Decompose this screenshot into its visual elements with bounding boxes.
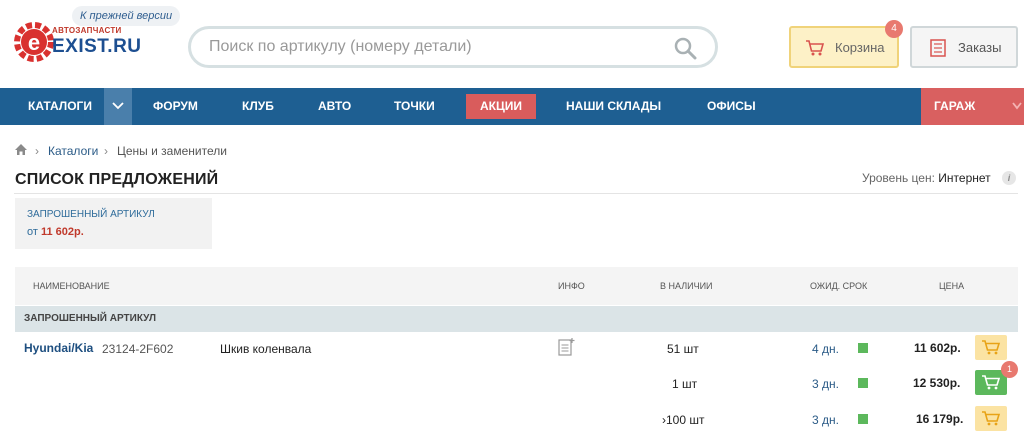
- group-title: ЗАПРОШЕННЫЙ АРТИКУЛ: [24, 313, 157, 324]
- part-article: 23124-2F602: [102, 342, 174, 356]
- col-price[interactable]: ЦЕНА: [939, 267, 964, 305]
- cart-icon: [806, 40, 825, 56]
- stock-qty: ›100 шт: [662, 413, 705, 427]
- offer-price: 12 530р.: [913, 376, 961, 390]
- stock-qty: 1 шт: [672, 377, 698, 391]
- nav-promotions[interactable]: АКЦИИ: [466, 94, 536, 119]
- delivery-term[interactable]: 3 дн.: [812, 377, 839, 391]
- requested-article-box: ЗАПРОШЕННЫЙ АРТИКУЛ от 11 602р.: [15, 198, 212, 249]
- price-level-value: Интернет: [938, 171, 991, 185]
- gear-logo-icon: e: [14, 22, 54, 62]
- breadcrumb-catalogs[interactable]: Каталоги: [48, 144, 98, 158]
- status-square: [858, 343, 868, 353]
- logo-subtitle: АВТОЗАПЧАСТИ: [52, 26, 122, 35]
- breadcrumb-separator: ›: [35, 144, 39, 158]
- cart-qty-badge: 1: [1001, 361, 1018, 378]
- add-to-cart-button[interactable]: [975, 406, 1007, 431]
- delivery-term[interactable]: 4 дн.: [812, 342, 839, 356]
- orders-list-icon: [930, 39, 946, 57]
- nav-forum[interactable]: ФОРУМ: [153, 88, 198, 125]
- offer-price: 11 602р.: [914, 341, 961, 355]
- cart-label: Корзина: [835, 40, 885, 55]
- add-to-cart-button[interactable]: [975, 335, 1007, 360]
- nav-points[interactable]: ТОЧКИ: [394, 88, 435, 125]
- header: e АВТОЗАПЧАСТИ EXIST.RU К прежней версии…: [0, 0, 1024, 88]
- nav-garage-label: ГАРАЖ: [934, 99, 976, 113]
- cart-icon: [982, 411, 1001, 426]
- cart-icon: [982, 375, 1001, 390]
- min-price: 11 602р.: [40, 226, 84, 238]
- col-stock[interactable]: В НАЛИЧИИ: [660, 267, 713, 305]
- breadcrumb-current: Цены и заменители: [117, 144, 227, 158]
- status-square: [858, 414, 868, 424]
- col-name[interactable]: НАИМЕНОВАНИЕ: [33, 267, 110, 305]
- nav-club[interactable]: КЛУБ: [242, 88, 274, 125]
- description-icon[interactable]: [558, 337, 576, 357]
- chevron-down-icon: [1012, 102, 1022, 110]
- search-input[interactable]: [209, 36, 649, 58]
- table-row: Hyundai/Kia 23124-2F602 Шкив коленвала 5…: [15, 330, 1018, 366]
- requested-article-title: ЗАПРОШЕННЫЙ АРТИКУЛ: [27, 209, 155, 220]
- cart-button[interactable]: Корзина: [789, 26, 899, 68]
- table-header: НАИМЕНОВАНИЕ ИНФО В НАЛИЧИИ ОЖИД. СРОК Ц…: [15, 267, 1018, 305]
- delivery-term[interactable]: 3 дн.: [812, 413, 839, 427]
- prev-version-link[interactable]: К прежней версии: [72, 6, 181, 26]
- home-icon[interactable]: [14, 143, 28, 156]
- orders-button[interactable]: Заказы: [910, 26, 1018, 68]
- col-info: ИНФО: [558, 281, 585, 291]
- nav-garage[interactable]: ГАРАЖ: [921, 88, 1024, 125]
- status-square: [858, 378, 868, 388]
- price-level-label: Уровень цен:: [862, 171, 935, 185]
- col-term[interactable]: ОЖИД. СРОК: [810, 267, 867, 305]
- main-nav: КАТАЛОГИ ФОРУМ КЛУБ АВТО ТОЧКИ АКЦИИ НАШ…: [0, 88, 1024, 125]
- price-level[interactable]: Уровень цен: Интернет: [862, 171, 991, 185]
- price-prefix: от: [27, 226, 38, 238]
- table-group-header: ЗАПРОШЕННЫЙ АРТИКУЛ: [15, 306, 1018, 332]
- nav-catalogs-dropdown[interactable]: [104, 88, 132, 125]
- requested-article-price: от 11 602р.: [27, 226, 84, 238]
- cart-icon: [982, 340, 1001, 355]
- table-row: 1 шт 3 дн. 12 530р. 1: [15, 361, 1018, 401]
- logo-title: EXIST.RU: [52, 36, 142, 57]
- svg-text:e: e: [28, 30, 40, 55]
- stock-qty: 51 шт: [667, 342, 699, 356]
- breadcrumb-separator: ›: [104, 144, 108, 158]
- divider: [14, 193, 1018, 194]
- orders-label: Заказы: [958, 40, 1002, 55]
- table-row: ›100 шт 3 дн. 16 179р.: [15, 401, 1018, 437]
- search-icon[interactable]: [673, 36, 697, 60]
- part-name: Шкив коленвала: [220, 342, 312, 356]
- chevron-down-icon: [112, 102, 124, 110]
- cart-count-badge: 4: [885, 20, 903, 38]
- part-brand[interactable]: Hyundai/Kia: [24, 341, 93, 355]
- search-box: [188, 26, 718, 68]
- nav-offices[interactable]: ОФИСЫ: [707, 88, 756, 125]
- nav-catalogs[interactable]: КАТАЛОГИ: [28, 88, 92, 125]
- page-title: СПИСОК ПРЕДЛОЖЕНИЙ: [15, 171, 219, 188]
- nav-warehouses[interactable]: НАШИ СКЛАДЫ: [566, 88, 661, 125]
- offer-price: 16 179р.: [916, 412, 964, 426]
- nav-auto[interactable]: АВТО: [318, 88, 351, 125]
- info-icon[interactable]: i: [1002, 171, 1016, 185]
